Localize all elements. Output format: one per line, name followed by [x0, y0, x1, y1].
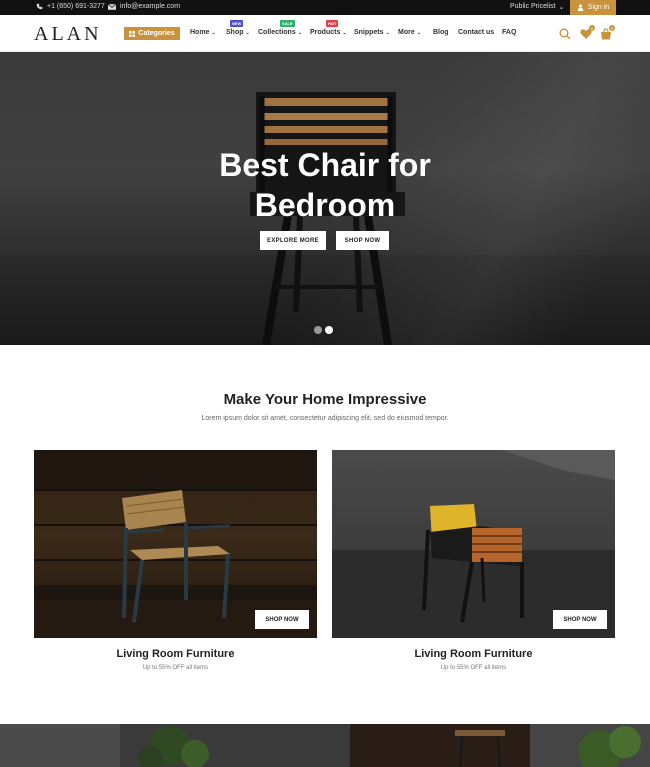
nav-label: Shop	[226, 29, 244, 36]
card-title-1[interactable]: Living Room Furniture	[34, 648, 317, 660]
hero-slider: Best Chair for Bedroom EXPLORE MORE SHOP…	[0, 52, 650, 345]
nav-label: More	[398, 29, 415, 36]
nav-label: Products	[310, 29, 341, 36]
card-image-2[interactable]: SHOP NOW	[332, 450, 615, 638]
badge-new: NEW	[230, 20, 244, 27]
main-header: ALAN Categories Home ⌄ NEW Shop ⌄ SALE Col…	[0, 15, 650, 52]
explore-more-button[interactable]: EXPLORE MORE	[260, 231, 326, 250]
search-icon	[559, 28, 571, 40]
site-logo[interactable]: ALAN	[34, 23, 102, 46]
nav-blog[interactable]: Blog	[433, 29, 449, 36]
next-section-preview	[0, 724, 650, 767]
slider-dots	[314, 326, 333, 334]
nav-label: Contact us	[458, 29, 495, 36]
email-text: info@example.com	[120, 3, 181, 10]
pricelist-label: Public Pricelist	[510, 3, 556, 10]
card-title-2[interactable]: Living Room Furniture	[332, 648, 615, 660]
section-subtitle: Lorem ipsum dolor sit amet, consectetur …	[201, 415, 449, 422]
pricelist-dropdown[interactable]: Public Pricelist ⌄	[510, 3, 564, 11]
top-bar: +1 (650) 691-3277 info@example.com Publi…	[0, 0, 650, 15]
hero-title-line2: Bedroom	[254, 187, 396, 223]
phone-icon	[36, 3, 43, 10]
grid-icon	[129, 30, 136, 37]
slider-dot-1[interactable]	[314, 326, 322, 334]
card-image-1[interactable]: SHOP NOW	[34, 450, 317, 638]
nav-label: Home	[190, 29, 210, 36]
chevron-down-icon: ⌄	[297, 30, 302, 36]
hero-shop-now-button[interactable]: SHOP NOW	[336, 231, 389, 250]
phone-contact[interactable]: +1 (650) 691-3277	[36, 3, 105, 10]
card-subtitle-2: Up to 55% OFF all items	[440, 665, 507, 671]
mail-icon	[108, 3, 116, 10]
email-contact[interactable]: info@example.com	[108, 3, 180, 10]
section-title: Make Your Home Impressive	[223, 391, 427, 408]
cart-count: 0	[609, 25, 615, 31]
user-icon	[577, 4, 584, 11]
chevron-down-icon: ⌄	[558, 4, 565, 11]
search-button[interactable]	[559, 27, 571, 40]
nav-shop[interactable]: NEW Shop ⌄	[226, 20, 250, 36]
card-shop-now-button-2[interactable]: SHOP NOW	[553, 610, 607, 629]
chevron-down-icon: ⌄	[211, 30, 216, 36]
wishlist-button[interactable]: 0	[580, 25, 595, 39]
badge-sale: SALE	[280, 20, 295, 27]
categories-label: Categories	[138, 30, 175, 37]
chevron-down-icon: ⌄	[245, 30, 250, 36]
badge-hot: HOT	[326, 20, 339, 27]
nav-label: Collections	[258, 29, 296, 36]
nav-label: Snippets	[354, 29, 384, 36]
hero-title-line1: Best Chair for	[219, 147, 431, 183]
chevron-down-icon: ⌄	[385, 30, 390, 36]
phone-text: +1 (650) 691-3277	[47, 3, 105, 10]
nav-contact-us[interactable]: Contact us	[458, 29, 494, 36]
wishlist-count: 0	[589, 25, 595, 31]
signin-label: Sign in	[587, 4, 610, 11]
nav-label: FAQ	[502, 29, 517, 36]
categories-button[interactable]: Categories	[124, 27, 180, 40]
nav-faq[interactable]: FAQ	[502, 29, 516, 36]
chevron-down-icon: ⌄	[416, 30, 421, 36]
signin-button[interactable]: Sign in	[570, 0, 616, 15]
nav-home[interactable]: Home ⌄	[190, 29, 216, 36]
nav-snippets[interactable]: Snippets ⌄	[354, 29, 390, 36]
card-subtitle-1: Up to 55% OFF all items	[142, 665, 209, 671]
nav-more[interactable]: More ⌄	[398, 29, 421, 36]
chevron-down-icon: ⌄	[342, 30, 347, 36]
card-shop-now-button-1[interactable]: SHOP NOW	[255, 610, 309, 629]
nav-products[interactable]: HOT Products ⌄	[310, 20, 347, 36]
cart-button[interactable]: 0	[600, 25, 615, 40]
plants-image	[0, 724, 650, 767]
nav-label: Blog	[433, 29, 449, 36]
nav-collections[interactable]: SALE Collections ⌄	[258, 20, 302, 36]
slider-dot-2[interactable]	[325, 326, 333, 334]
